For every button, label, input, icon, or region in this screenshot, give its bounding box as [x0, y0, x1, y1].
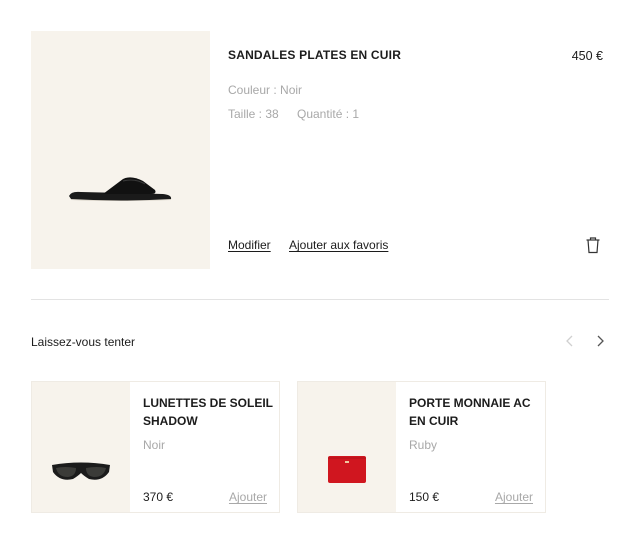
suggestion-card[interactable]: LUNETTES DE SOLEIL SHADOW Noir 370 € Ajo…	[31, 381, 280, 513]
divider	[31, 299, 609, 300]
suggestion-name: PORTE MONNAIE AC EN CUIR	[409, 396, 531, 428]
product-name: SANDALES PLATES EN CUIR	[228, 48, 402, 62]
coin-purse-icon	[328, 456, 366, 483]
add-to-favorites-link[interactable]: Ajouter aux favoris	[289, 238, 388, 252]
suggestion-name: LUNETTES DE SOLEIL SHADOW	[143, 396, 273, 428]
add-button[interactable]: Ajouter	[495, 490, 533, 504]
chevron-right-icon[interactable]	[593, 333, 607, 349]
suggestions-title: Laissez-vous tenter	[31, 335, 136, 349]
trash-icon[interactable]	[585, 236, 601, 254]
product-image	[31, 31, 210, 269]
sunglasses-icon	[52, 462, 110, 480]
suggestion-variant: Ruby	[409, 438, 438, 452]
product-price: 450 €	[571, 49, 603, 63]
suggestion-card[interactable]: PORTE MONNAIE AC EN CUIR Ruby 150 € Ajou…	[297, 381, 546, 513]
suggestion-image	[32, 382, 130, 512]
product-quantity: Quantité : 1	[297, 107, 360, 121]
add-button[interactable]: Ajouter	[229, 490, 267, 504]
modify-link[interactable]: Modifier	[228, 238, 271, 252]
product-color: Couleur : Noir	[228, 83, 303, 97]
suggestion-price: 370 €	[143, 490, 174, 504]
suggestion-variant: Noir	[143, 438, 166, 452]
suggestion-image	[298, 382, 396, 512]
sandal-icon	[69, 177, 172, 201]
chevron-left-icon[interactable]	[563, 333, 577, 349]
product-size: Taille : 38	[228, 107, 279, 121]
suggestion-price: 150 €	[409, 490, 440, 504]
